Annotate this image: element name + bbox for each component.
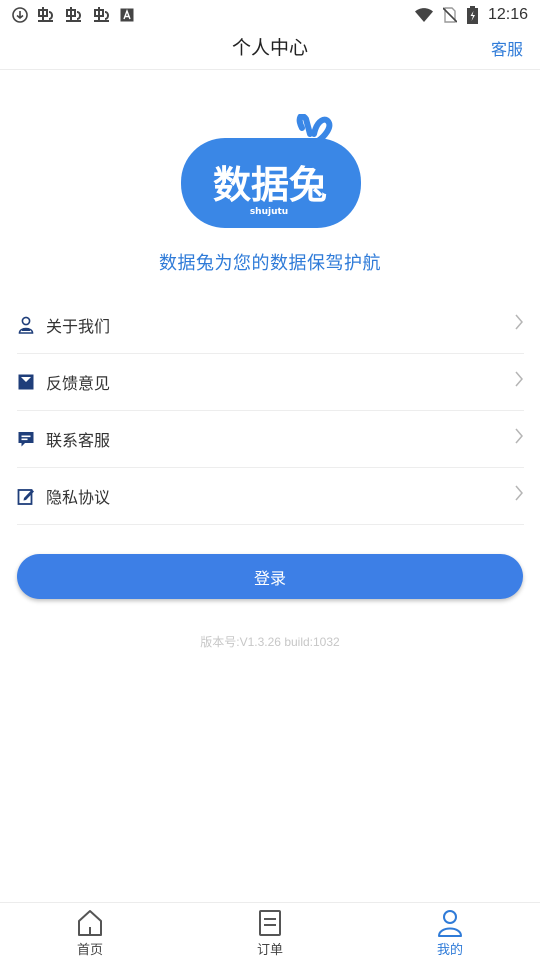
feedback-icon (17, 373, 35, 391)
login-button[interactable]: 登录 (17, 554, 523, 599)
customer-service-button[interactable]: 客服 (491, 36, 523, 60)
home-icon (76, 908, 104, 938)
app-notification-icon (36, 6, 56, 24)
tab-mine[interactable]: 我的 (360, 903, 540, 960)
wifi-icon (414, 8, 433, 22)
order-list-icon (256, 908, 284, 938)
menu-item-label: 反馈意见 (46, 374, 111, 393)
battery-charging-icon (466, 6, 478, 24)
app-notification-icon (92, 6, 112, 24)
menu-item-feedback[interactable]: 反馈意见 (17, 354, 524, 411)
person-badge-icon (17, 316, 35, 334)
page-title: 个人中心 (231, 37, 308, 59)
menu-item-privacy-policy[interactable]: 隐私协议 (17, 468, 524, 525)
a-box-icon (120, 8, 134, 22)
top-nav-bar: 个人中心 客服 (0, 30, 540, 70)
download-icon (12, 7, 28, 23)
chevron-right-icon (514, 428, 524, 444)
app-notification-icon (64, 6, 84, 24)
status-bar: 12:16 (0, 0, 540, 30)
no-sim-icon (442, 7, 457, 23)
tab-label: 首页 (76, 943, 103, 958)
menu-list: 关于我们 反馈意见 联系客服 隐私协议 (17, 297, 524, 525)
tab-label: 我的 (436, 943, 463, 958)
menu-item-about-us[interactable]: 关于我们 (17, 297, 524, 354)
chevron-right-icon (514, 371, 524, 387)
tab-orders[interactable]: 订单 (180, 903, 360, 960)
clock: 12:16 (487, 6, 528, 23)
menu-item-label: 联系客服 (46, 431, 111, 450)
tab-home[interactable]: 首页 (0, 903, 180, 960)
privacy-doc-icon (17, 487, 35, 505)
menu-item-label: 隐私协议 (46, 488, 111, 507)
version-info: 版本号:V1.3.26 build:1032 (200, 635, 340, 649)
logo-subtext: shujutu (250, 207, 288, 217)
tagline: 数据兔为您的数据保驾护航 (159, 253, 381, 274)
chevron-right-icon (514, 314, 524, 330)
status-left-icons (12, 6, 134, 24)
menu-item-label: 关于我们 (46, 317, 111, 336)
menu-item-contact-support[interactable]: 联系客服 (17, 411, 524, 468)
status-right-icons: 12:16 (414, 6, 528, 24)
logo-text: 数据兔 (213, 163, 327, 207)
bottom-tab-bar: 首页 订单 我的 (0, 902, 540, 960)
person-icon (436, 908, 464, 938)
chat-icon (17, 430, 35, 448)
app-logo: 数据兔 shujutu (180, 113, 362, 230)
chevron-right-icon (514, 485, 524, 501)
tab-label: 订单 (256, 943, 283, 958)
